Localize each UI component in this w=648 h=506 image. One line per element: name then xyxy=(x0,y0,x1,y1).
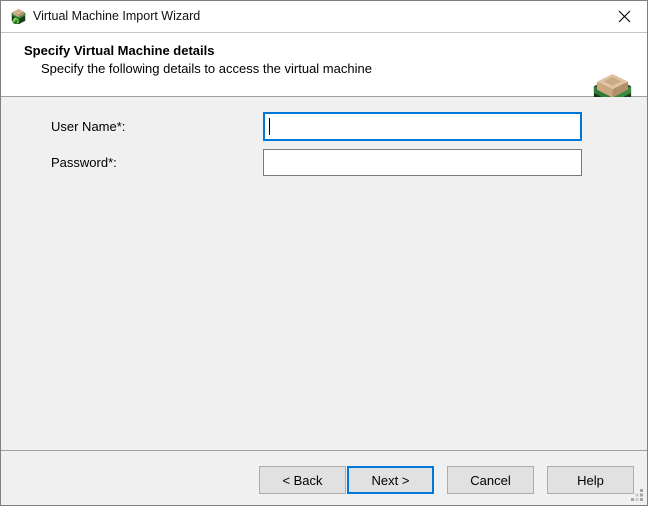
cancel-button[interactable]: Cancel xyxy=(447,466,534,494)
username-label: User Name*: xyxy=(51,113,125,141)
password-label: Password*: xyxy=(51,149,117,176)
text-caret xyxy=(269,118,270,135)
vm-import-wizard-window: Virtual Machine Import Wizard Specify Vi… xyxy=(0,0,648,506)
next-button[interactable]: Next > xyxy=(347,466,434,494)
username-input[interactable] xyxy=(263,112,582,141)
window-title: Virtual Machine Import Wizard xyxy=(33,1,200,32)
close-button[interactable] xyxy=(601,1,647,31)
password-input[interactable] xyxy=(263,149,582,176)
wizard-step-title: Specify Virtual Machine details xyxy=(24,43,215,58)
wizard-header: Specify Virtual Machine details Specify … xyxy=(1,33,647,97)
wizard-step-subtitle: Specify the following details to access … xyxy=(41,61,372,76)
vm-import-box-icon xyxy=(10,8,27,25)
resize-grip-icon[interactable] xyxy=(631,489,643,501)
wizard-content: User Name*: Password*: xyxy=(1,97,647,451)
back-button[interactable]: < Back xyxy=(259,466,346,494)
titlebar: Virtual Machine Import Wizard xyxy=(1,1,647,33)
button-bar: < Back Next > Cancel Help xyxy=(1,451,647,505)
close-icon xyxy=(618,10,631,23)
help-button[interactable]: Help xyxy=(547,466,634,494)
